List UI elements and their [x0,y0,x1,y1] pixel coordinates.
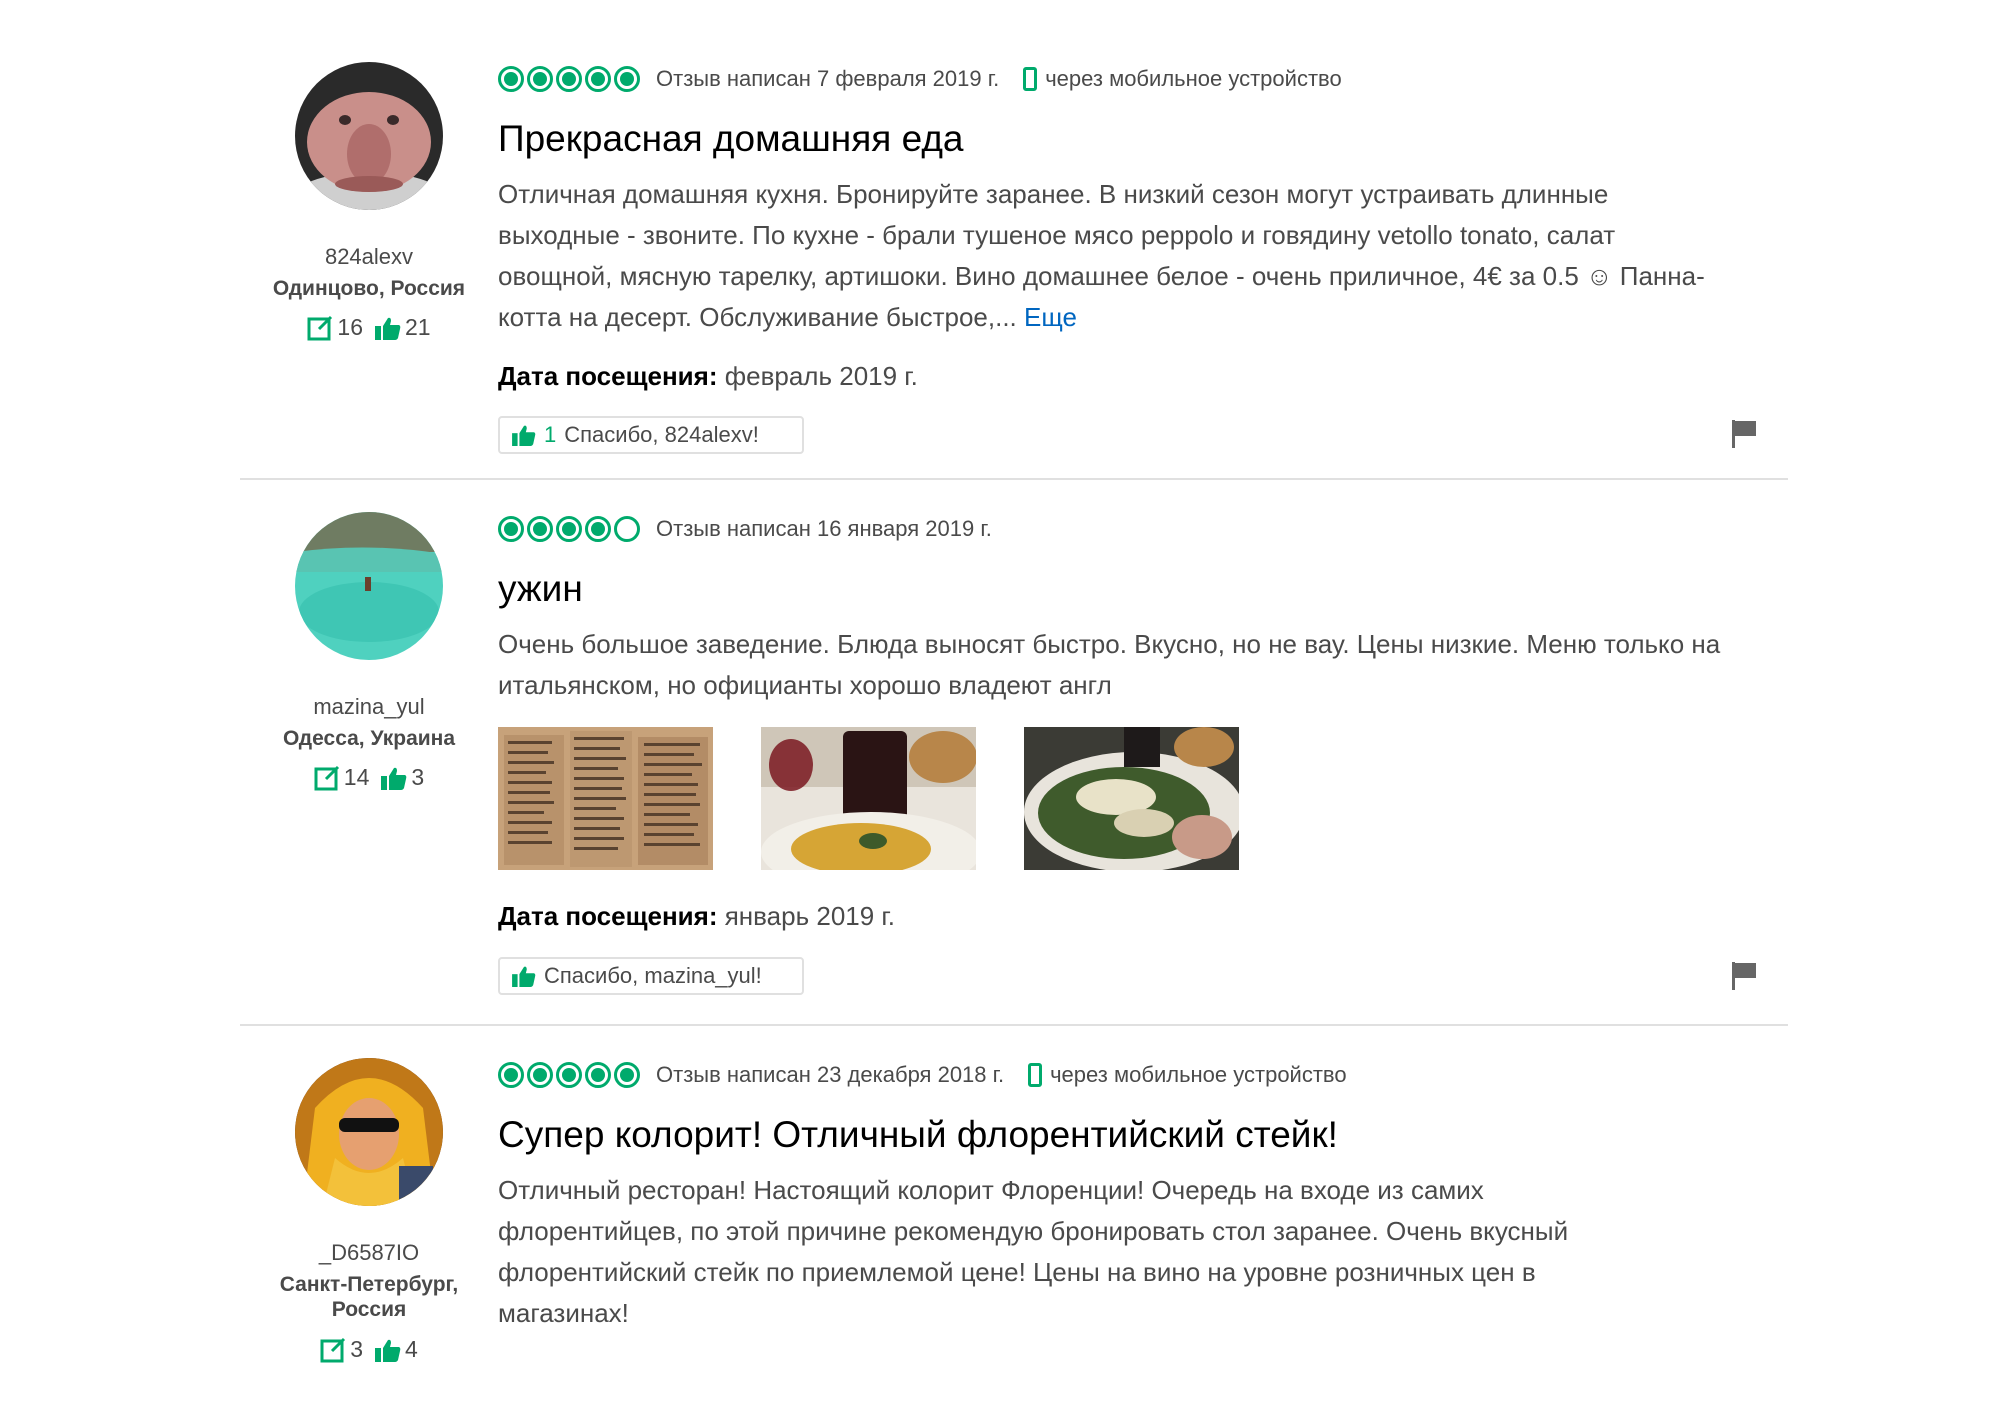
mobile-badge: через мобильное устройство [1028,1062,1347,1088]
visit-date-label: Дата посещения: [498,361,718,391]
user-badges: 3 4 [240,1336,498,1363]
review-body: Отличный ресторан! Настоящий колорит Фло… [498,1170,1648,1334]
review-photo-menu[interactable] [498,727,713,870]
rating-bubble-empty-icon [614,516,640,542]
reviews-count: 3 [350,1336,363,1362]
review-card: 824alexv Одинцово, Россия 16 21 Отзыв на… [240,62,1788,462]
bubble-rating [498,66,640,92]
rating-bubble-icon [585,516,611,542]
mobile-label: через мобильное устройство [1050,1062,1347,1087]
review-title[interactable]: ужин [498,568,583,610]
username[interactable]: 824alexv [240,244,498,270]
bubble-rating [498,516,640,542]
flag-icon[interactable] [1732,420,1758,448]
avatar[interactable] [295,512,443,660]
visit-date: Дата посещения: февраль 2019 г. [498,361,918,392]
review-photo-wine-pasta[interactable] [761,727,976,870]
visit-date-value: январь 2019 г. [724,901,895,931]
rating-bubble-icon [527,66,553,92]
thumbs-up-icon [512,425,536,446]
visit-date: Дата посещения: январь 2019 г. [498,901,895,932]
likes-count: 4 [405,1336,418,1362]
username[interactable]: mazina_yul [240,694,498,720]
thumbs-up-icon [375,317,401,340]
thanks-count: 1 [544,422,557,447]
bubble-rating [498,1062,640,1088]
thumbs-up-icon [375,1339,401,1362]
username[interactable]: _D6587IO [240,1240,498,1266]
rating-bubble-icon [498,1062,524,1088]
review-title[interactable]: Прекрасная домашняя еда [498,118,964,160]
avatar[interactable] [295,1058,443,1206]
more-link[interactable]: Еще [1024,302,1077,332]
rating-bubble-icon [556,66,582,92]
thumbs-up-icon [381,767,407,790]
thanks-label: Спасибо, mazina_yul! [544,963,762,988]
rating-bubble-icon [527,516,553,542]
user-location: Одинцово, Россия [272,277,466,300]
reviews-count: 16 [337,314,363,340]
review-photo-salad[interactable] [1024,727,1239,870]
mobile-phone-icon [1023,67,1038,91]
review-divider [240,1024,1788,1026]
avatar[interactable] [295,62,443,210]
user-badges: 16 21 [240,314,498,341]
thumbs-up-icon [512,966,536,987]
reviews-count-icon [307,315,333,340]
reviews-count: 14 [343,764,370,790]
review-date: Отзыв написан 16 января 2019 г. [656,516,992,541]
review-body: Очень большое заведение. Блюда выносят б… [498,624,1728,706]
rating-line: Отзыв написан 16 января 2019 г. [498,512,992,546]
rating-bubble-icon [585,66,611,92]
visit-date-value: февраль 2019 г. [724,361,918,391]
mobile-phone-icon [1028,1063,1043,1087]
thanks-label: Спасибо, 824alexv! [564,422,759,447]
likes-count: 3 [411,764,425,790]
review-card: _D6587IO Санкт-Петербург, Россия 3 4 Отз… [240,1058,1788,1388]
user-location: Одесса, Украина [282,727,456,750]
likes-count: 21 [405,314,431,340]
rating-bubble-icon [498,516,524,542]
review-date: Отзыв написан 7 февраля 2019 г. [656,66,1000,91]
rating-bubble-icon [498,66,524,92]
thanks-button[interactable]: 1 Спасибо, 824alexv! [498,416,804,454]
review-divider [240,478,1788,480]
review-text: Отличный ресторан! Настоящий колорит Фло… [498,1175,1569,1328]
visit-date-label: Дата посещения: [498,901,718,931]
thanks-button[interactable]: Спасибо, mazina_yul! [498,957,804,995]
rating-bubble-icon [556,1062,582,1088]
rating-bubble-icon [614,1062,640,1088]
mobile-label: через мобильное устройство [1045,66,1342,91]
review-card: mazina_yul Одесса, Украина 14 3 Отзыв на… [240,512,1788,1012]
reviews-count-icon [320,1337,346,1362]
review-title[interactable]: Супер колорит! Отличный флорентийский ст… [498,1114,1338,1156]
rating-bubble-icon [527,1062,553,1088]
review-date: Отзыв написан 23 декабря 2018 г. [656,1062,1005,1087]
mobile-badge: через мобильное устройство [1023,66,1342,92]
user-location: Санкт-Петербург, Россия [279,1273,459,1321]
review-text: Отличная домашняя кухня. Бронируйте зара… [498,179,1705,332]
rating-bubble-icon [614,66,640,92]
flag-icon[interactable] [1732,962,1758,990]
rating-bubble-icon [556,516,582,542]
rating-bubble-icon [585,1062,611,1088]
rating-line: Отзыв написан 23 декабря 2018 г. через м… [498,1058,1347,1092]
review-text: Очень большое заведение. Блюда выносят б… [498,629,1721,700]
reviews-count-icon [314,765,339,790]
user-badges: 14 3 [240,764,498,791]
review-body: Отличная домашняя кухня. Бронируйте зара… [498,174,1728,338]
rating-line: Отзыв написан 7 февраля 2019 г. через мо… [498,62,1342,96]
